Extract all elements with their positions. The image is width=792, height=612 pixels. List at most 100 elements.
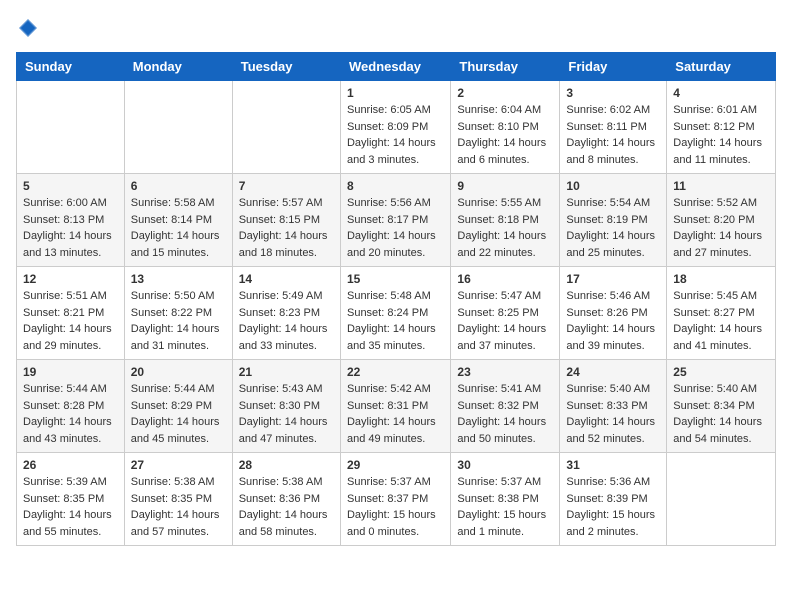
day-info: Sunrise: 5:55 AM Sunset: 8:18 PM Dayligh… bbox=[457, 195, 553, 261]
calendar-cell: 18 Sunrise: 5:45 AM Sunset: 8:27 PM Dayli… bbox=[667, 267, 776, 360]
calendar-cell: 15Sunrise: 5:48 AM Sunset: 8:24 PM Dayli… bbox=[340, 267, 450, 360]
calendar-cell: 29Sunrise: 5:37 AM Sunset: 8:37 PM Dayli… bbox=[340, 453, 450, 546]
day-number: 27 bbox=[131, 458, 226, 472]
day-of-week-header: Tuesday bbox=[232, 53, 340, 81]
day-info: Sunrise: 5:58 AM Sunset: 8:14 PM Dayligh… bbox=[131, 195, 226, 261]
day-number: 26 bbox=[23, 458, 118, 472]
day-info: Sunrise: 5:45 AM Sunset: 8:27 PM Dayligh… bbox=[673, 288, 769, 354]
day-info: Sunrise: 6:00 AM Sunset: 8:13 PM Dayligh… bbox=[23, 195, 118, 261]
calendar-cell bbox=[232, 81, 340, 174]
day-info: Sunrise: 5:56 AM Sunset: 8:17 PM Dayligh… bbox=[347, 195, 444, 261]
calendar-cell: 6 Sunrise: 5:58 AM Sunset: 8:14 PM Daylig… bbox=[124, 174, 232, 267]
calendar-cell: 11 Sunrise: 5:52 AM Sunset: 8:20 PM Dayli… bbox=[667, 174, 776, 267]
day-info: Sunrise: 5:36 AM Sunset: 8:39 PM Dayligh… bbox=[566, 474, 660, 540]
calendar-table: SundayMondayTuesdayWednesdayThursdayFrid… bbox=[16, 52, 776, 546]
day-number: 11 bbox=[673, 179, 769, 193]
calendar-cell bbox=[17, 81, 125, 174]
day-number: 14 bbox=[239, 272, 334, 286]
calendar-cell: 4Sunrise: 6:01 AM Sunset: 8:12 PM Daylig… bbox=[667, 81, 776, 174]
day-number: 8 bbox=[347, 179, 444, 193]
day-number: 20 bbox=[131, 365, 226, 379]
day-info: Sunrise: 5:38 AM Sunset: 8:36 PM Dayligh… bbox=[239, 474, 334, 540]
day-number: 15 bbox=[347, 272, 444, 286]
day-info: Sunrise: 5:44 AM Sunset: 8:29 PM Dayligh… bbox=[131, 381, 226, 447]
calendar-cell: 8 Sunrise: 5:56 AM Sunset: 8:17 PM Daylig… bbox=[340, 174, 450, 267]
calendar-cell: 10Sunrise: 5:54 AM Sunset: 8:19 PM Dayli… bbox=[560, 174, 667, 267]
day-number: 22 bbox=[347, 365, 444, 379]
day-of-week-header: Saturday bbox=[667, 53, 776, 81]
day-info: Sunrise: 5:39 AM Sunset: 8:35 PM Dayligh… bbox=[23, 474, 118, 540]
day-info: Sunrise: 5:51 AM Sunset: 8:21 PM Dayligh… bbox=[23, 288, 118, 354]
calendar-cell: 25 Sunrise: 5:40 AM Sunset: 8:34 PM Dayli… bbox=[667, 360, 776, 453]
day-info: Sunrise: 6:04 AM Sunset: 8:10 PM Dayligh… bbox=[457, 102, 553, 168]
calendar-cell: 2 Sunrise: 6:04 AM Sunset: 8:10 PM Daylig… bbox=[451, 81, 560, 174]
day-number: 31 bbox=[566, 458, 660, 472]
day-number: 9 bbox=[457, 179, 553, 193]
calendar-cell: 31 Sunrise: 5:36 AM Sunset: 8:39 PM Dayli… bbox=[560, 453, 667, 546]
day-number: 3 bbox=[566, 86, 660, 100]
day-number: 1 bbox=[347, 86, 444, 100]
day-info: Sunrise: 5:40 AM Sunset: 8:33 PM Dayligh… bbox=[566, 381, 660, 447]
calendar-cell bbox=[124, 81, 232, 174]
day-number: 28 bbox=[239, 458, 334, 472]
calendar-cell bbox=[667, 453, 776, 546]
day-of-week-header: Friday bbox=[560, 53, 667, 81]
page-header bbox=[16, 16, 776, 40]
day-info: Sunrise: 5:52 AM Sunset: 8:20 PM Dayligh… bbox=[673, 195, 769, 261]
calendar-cell: 24Sunrise: 5:40 AM Sunset: 8:33 PM Dayli… bbox=[560, 360, 667, 453]
day-info: Sunrise: 6:01 AM Sunset: 8:12 PM Dayligh… bbox=[673, 102, 769, 168]
day-number: 21 bbox=[239, 365, 334, 379]
day-number: 30 bbox=[457, 458, 553, 472]
calendar-header-row: SundayMondayTuesdayWednesdayThursdayFrid… bbox=[17, 53, 776, 81]
day-number: 16 bbox=[457, 272, 553, 286]
calendar-cell: 27Sunrise: 5:38 AM Sunset: 8:35 PM Dayli… bbox=[124, 453, 232, 546]
logo bbox=[16, 16, 44, 40]
calendar-cell: 1 Sunrise: 6:05 AM Sunset: 8:09 PM Daylig… bbox=[340, 81, 450, 174]
calendar-cell: 28 Sunrise: 5:38 AM Sunset: 8:36 PM Dayli… bbox=[232, 453, 340, 546]
day-info: Sunrise: 5:37 AM Sunset: 8:38 PM Dayligh… bbox=[457, 474, 553, 540]
calendar-cell: 13 Sunrise: 5:50 AM Sunset: 8:22 PM Dayli… bbox=[124, 267, 232, 360]
day-number: 5 bbox=[23, 179, 118, 193]
day-number: 25 bbox=[673, 365, 769, 379]
calendar-week-row: 19 Sunrise: 5:44 AM Sunset: 8:28 PM Dayli… bbox=[17, 360, 776, 453]
day-info: Sunrise: 5:47 AM Sunset: 8:25 PM Dayligh… bbox=[457, 288, 553, 354]
day-number: 13 bbox=[131, 272, 226, 286]
calendar-cell: 26 Sunrise: 5:39 AM Sunset: 8:35 PM Dayli… bbox=[17, 453, 125, 546]
calendar-cell: 17Sunrise: 5:46 AM Sunset: 8:26 PM Dayli… bbox=[560, 267, 667, 360]
calendar-cell: 7Sunrise: 5:57 AM Sunset: 8:15 PM Daylig… bbox=[232, 174, 340, 267]
calendar-week-row: 5 Sunrise: 6:00 AM Sunset: 8:13 PM Daylig… bbox=[17, 174, 776, 267]
calendar-cell: 3Sunrise: 6:02 AM Sunset: 8:11 PM Daylig… bbox=[560, 81, 667, 174]
day-info: Sunrise: 5:40 AM Sunset: 8:34 PM Dayligh… bbox=[673, 381, 769, 447]
day-of-week-header: Wednesday bbox=[340, 53, 450, 81]
calendar-cell: 5 Sunrise: 6:00 AM Sunset: 8:13 PM Daylig… bbox=[17, 174, 125, 267]
calendar-cell: 14 Sunrise: 5:49 AM Sunset: 8:23 PM Dayli… bbox=[232, 267, 340, 360]
calendar-cell: 30 Sunrise: 5:37 AM Sunset: 8:38 PM Dayli… bbox=[451, 453, 560, 546]
calendar-cell: 23 Sunrise: 5:41 AM Sunset: 8:32 PM Dayli… bbox=[451, 360, 560, 453]
day-number: 18 bbox=[673, 272, 769, 286]
day-info: Sunrise: 6:05 AM Sunset: 8:09 PM Dayligh… bbox=[347, 102, 444, 168]
logo-icon bbox=[16, 16, 40, 40]
calendar-week-row: 26 Sunrise: 5:39 AM Sunset: 8:35 PM Dayli… bbox=[17, 453, 776, 546]
day-info: Sunrise: 5:42 AM Sunset: 8:31 PM Dayligh… bbox=[347, 381, 444, 447]
calendar-cell: 16 Sunrise: 5:47 AM Sunset: 8:25 PM Dayli… bbox=[451, 267, 560, 360]
day-info: Sunrise: 5:44 AM Sunset: 8:28 PM Dayligh… bbox=[23, 381, 118, 447]
calendar-cell: 20 Sunrise: 5:44 AM Sunset: 8:29 PM Dayli… bbox=[124, 360, 232, 453]
calendar-cell: 12Sunrise: 5:51 AM Sunset: 8:21 PM Dayli… bbox=[17, 267, 125, 360]
calendar-cell: 21 Sunrise: 5:43 AM Sunset: 8:30 PM Dayli… bbox=[232, 360, 340, 453]
day-number: 7 bbox=[239, 179, 334, 193]
calendar-cell: 22 Sunrise: 5:42 AM Sunset: 8:31 PM Dayli… bbox=[340, 360, 450, 453]
day-info: Sunrise: 5:41 AM Sunset: 8:32 PM Dayligh… bbox=[457, 381, 553, 447]
day-number: 23 bbox=[457, 365, 553, 379]
day-info: Sunrise: 5:43 AM Sunset: 8:30 PM Dayligh… bbox=[239, 381, 334, 447]
calendar-cell: 19 Sunrise: 5:44 AM Sunset: 8:28 PM Dayli… bbox=[17, 360, 125, 453]
day-of-week-header: Sunday bbox=[17, 53, 125, 81]
day-number: 2 bbox=[457, 86, 553, 100]
day-info: Sunrise: 5:50 AM Sunset: 8:22 PM Dayligh… bbox=[131, 288, 226, 354]
day-info: Sunrise: 5:54 AM Sunset: 8:19 PM Dayligh… bbox=[566, 195, 660, 261]
calendar-week-row: 1 Sunrise: 6:05 AM Sunset: 8:09 PM Daylig… bbox=[17, 81, 776, 174]
day-number: 19 bbox=[23, 365, 118, 379]
day-of-week-header: Monday bbox=[124, 53, 232, 81]
day-info: Sunrise: 5:49 AM Sunset: 8:23 PM Dayligh… bbox=[239, 288, 334, 354]
day-number: 6 bbox=[131, 179, 226, 193]
day-number: 17 bbox=[566, 272, 660, 286]
